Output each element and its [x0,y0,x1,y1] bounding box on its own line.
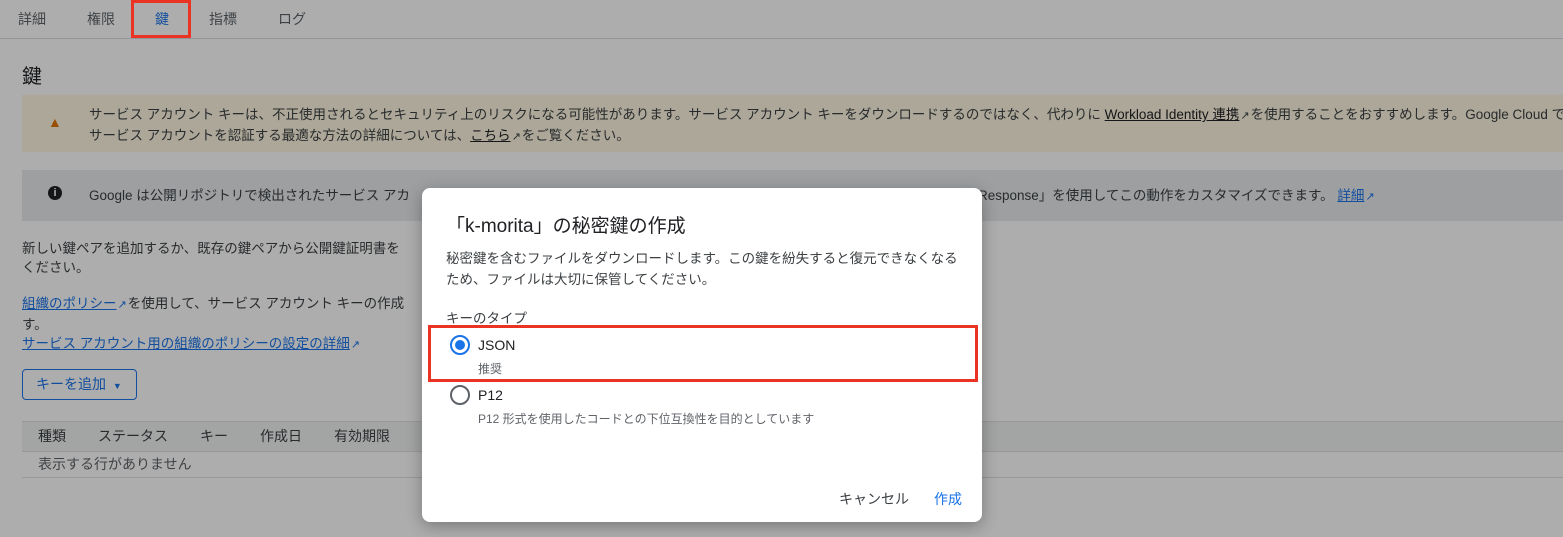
dialog-title: 「k-morita」の秘密鍵の作成 [446,216,686,237]
key-type-label: キーのタイプ [446,311,527,326]
p12-option-label[interactable]: P12 [478,387,503,403]
page: 詳細 権限 鍵 指標 ログ 鍵 ▲ サービス アカウント キーは、不正使用される… [0,0,1563,537]
cancel-button[interactable]: キャンセル [839,489,909,509]
dialog-description: 秘密鍵を含むファイルをダウンロードします。この鍵を紛失すると復元できなくなるため… [446,251,958,287]
keys-tab-highlight [131,0,191,38]
p12-option-sub: P12 形式を使用したコードとの下位互換性を目的としています [478,412,815,426]
p12-radio[interactable] [450,385,470,405]
json-option-highlight [428,325,978,382]
create-button[interactable]: 作成 [934,489,962,509]
